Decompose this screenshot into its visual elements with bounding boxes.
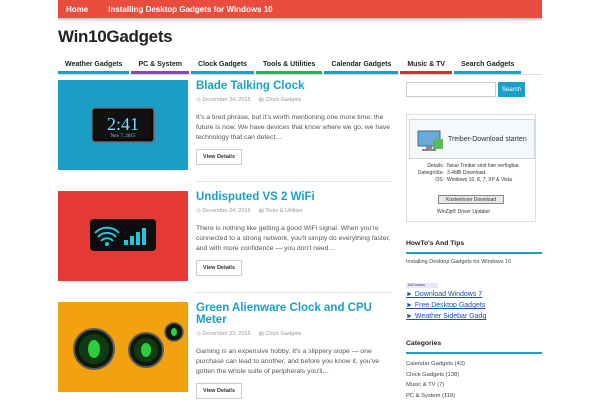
post-meta: ◷ December 24, 2015 ▤ Tools & Utilities <box>196 208 392 214</box>
view-details-button[interactable]: View Details <box>196 383 242 399</box>
post-thumbnail[interactable] <box>58 191 188 281</box>
driver-ad-banner[interactable]: Treiber-Download starten Details: Neue Tr… <box>406 114 536 222</box>
post-meta: ◷ December 24, 2015 ▤ Clock Gadgets <box>196 97 392 103</box>
ad-description: Details: Neue Treiber sind hier verfügbar… <box>417 163 520 183</box>
category-list-item[interactable]: Music & TV (7) <box>406 380 465 391</box>
post-excerpt: There is nothing like getting a good WiF… <box>196 225 391 252</box>
post-excerpt: It's a tired phrase, but it's worth ment… <box>196 114 391 141</box>
search-button[interactable]: Search <box>498 82 525 97</box>
ad-link-free-gadgets[interactable]: ► Free Desktop Gadgets <box>406 302 485 309</box>
category-list-item[interactable]: Calendar Gadgets (43) <box>406 359 465 370</box>
post-thumbnail[interactable] <box>58 302 188 392</box>
post-divider <box>196 181 392 182</box>
view-details-button[interactable]: View Details <box>196 260 242 276</box>
post-thumbnail[interactable]: 2:41 Nov 7, 2015 <box>58 80 188 170</box>
top-navigation-bar: Home Installing Desktop Gadgets for Wind… <box>58 0 542 18</box>
adchoices-label[interactable]: AdChoices <box>406 283 438 288</box>
ad-header: Treiber-Download starten <box>409 119 535 159</box>
post-title[interactable]: Undisputed VS 2 WiFi <box>196 191 392 203</box>
category-navigation: Weather Gadgets PC & System Clock Gadgets T… <box>58 58 542 74</box>
post-title[interactable]: Green Alienware Clock and CPU Meter <box>196 302 392 326</box>
post-title[interactable]: Blade Talking Clock <box>196 80 392 92</box>
nav-article-link[interactable]: Installing Desktop Gadgets for Windows 1… <box>108 5 272 14</box>
ad-link-weather-gadget[interactable]: ► Weather Sidebar Gadg <box>406 313 486 320</box>
category-nav-item[interactable]: Weather Gadgets <box>58 58 130 74</box>
post-category[interactable]: ▤ Tools & Utilities <box>259 208 303 214</box>
widget-title-underline <box>406 352 542 354</box>
post-divider <box>196 292 392 293</box>
post-body: Green Alienware Clock and CPU Meter ◷ De… <box>196 302 392 399</box>
search-form: Search <box>406 82 542 97</box>
category-list-item[interactable]: PC & System (118) <box>406 391 465 400</box>
category-nav-item[interactable]: PC & System <box>131 58 190 74</box>
category-nav-item[interactable]: Clock Gadgets <box>191 58 255 74</box>
howto-widget-title: HowTo's And Tips <box>406 240 465 247</box>
post-excerpt: Gaming is an expensive hobby. It's a sli… <box>196 348 380 375</box>
post-category[interactable]: ▤ Clock Gadgets <box>259 97 302 103</box>
nav-home-link[interactable]: Home <box>66 5 88 14</box>
ad-link-download-windows[interactable]: ► Download Windows 7 <box>406 291 482 298</box>
topbar-shadow <box>58 18 542 22</box>
ad-download-button[interactable]: Kostenloser Download <box>438 195 504 204</box>
category-nav-item[interactable]: Calendar Gadgets <box>324 58 399 74</box>
alienware-gadget-image <box>58 302 188 392</box>
post-meta: ◷ December 23, 2015 ▤ Clock Gadgets <box>196 331 392 337</box>
category-nav-divider <box>58 74 542 75</box>
computer-icon <box>417 130 443 151</box>
category-nav-item[interactable]: Tools & Utilities <box>256 58 323 74</box>
site-title[interactable]: Win10Gadgets <box>58 27 173 47</box>
ad-footer: WinZip® Driver Updater <box>437 209 491 215</box>
category-nav-item[interactable]: Music & TV <box>400 58 453 74</box>
categories-list: Calendar Gadgets (43) Clock Gadgets (138)… <box>406 359 465 400</box>
view-details-button[interactable]: View Details <box>196 149 242 165</box>
post-date: ◷ December 24, 2015 <box>196 208 251 214</box>
search-input[interactable] <box>406 82 496 97</box>
sidebar: Search Treiber-Download starten Details:… <box>406 82 542 399</box>
ad-headline: Treiber-Download starten <box>448 136 527 143</box>
post-date: ◷ December 23, 2015 <box>196 331 251 337</box>
thumbnail-date-text: Nov 7, 2015 <box>111 134 136 139</box>
categories-widget-title: Categories <box>406 340 442 347</box>
clock-gadget-image: 2:41 Nov 7, 2015 <box>58 80 188 170</box>
page: Home Installing Desktop Gadgets for Wind… <box>0 0 600 400</box>
thumbnail-time-text: 2:41 <box>107 114 139 134</box>
post-item: Undisputed VS 2 WiFi ◷ December 24, 2015… <box>58 191 392 283</box>
post-date: ◷ December 24, 2015 <box>196 97 251 103</box>
post-body: Blade Talking Clock ◷ December 24, 2015 … <box>196 80 392 165</box>
category-list-item[interactable]: Clock Gadgets (138) <box>406 370 465 381</box>
wifi-gadget-image <box>58 191 188 281</box>
category-nav-item[interactable]: Search Gadgets <box>454 58 522 74</box>
post-item: Green Alienware Clock and CPU Meter ◷ De… <box>58 302 392 399</box>
howto-link[interactable]: Installing Desktop Gadgets for Windows 1… <box>406 259 511 265</box>
widget-title-underline <box>406 252 542 254</box>
post-body: Undisputed VS 2 WiFi ◷ December 24, 2015… <box>196 191 392 276</box>
post-item: 2:41 Nov 7, 2015 Blade Talking Clock ◷ D… <box>58 80 392 172</box>
post-category[interactable]: ▤ Clock Gadgets <box>259 331 302 337</box>
